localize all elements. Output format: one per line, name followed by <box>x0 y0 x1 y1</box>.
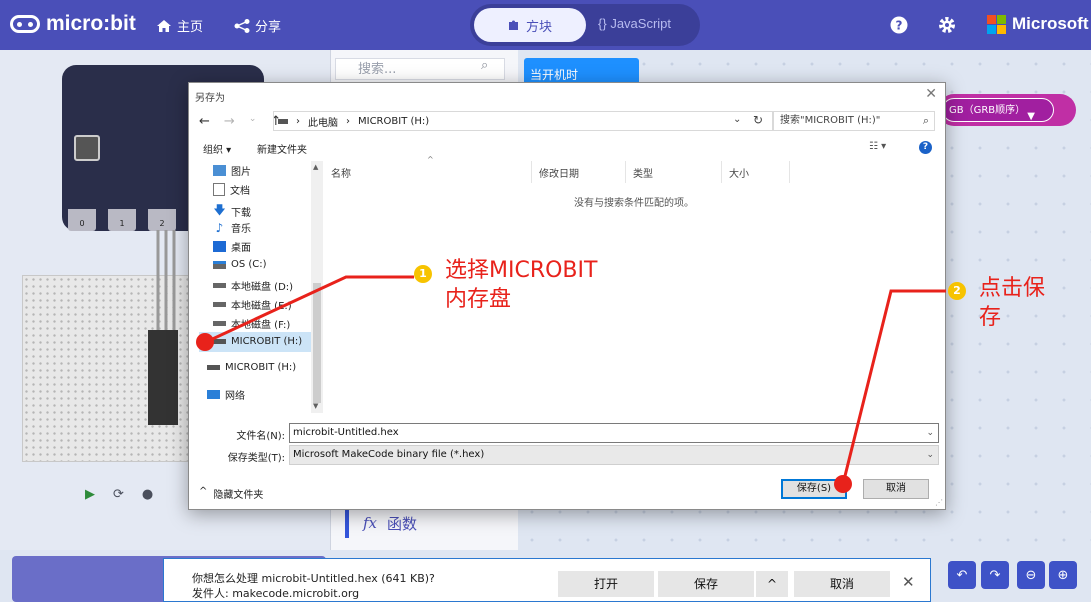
chevron-up-icon: ^ <box>766 577 778 591</box>
annotation-marker-1 <box>196 333 214 351</box>
download-save-button[interactable]: 保存 <box>658 571 754 597</box>
step-2-text: 点击保 存 <box>979 274 1045 332</box>
step-1-line-1: 选择MICROBIT <box>445 258 598 283</box>
step-1-text: 选择MICROBIT 内存盘 <box>445 256 597 314</box>
step-2-line-1: 点击保 <box>979 276 1046 301</box>
step-1-line-2: 内存盘 <box>445 287 512 312</box>
download-open-button[interactable]: 打开 <box>558 571 654 597</box>
annotation-marker-2 <box>834 475 852 493</box>
download-cancel-button[interactable]: 取消 <box>794 571 890 597</box>
step-1-badge: 1 <box>414 265 432 283</box>
download-notification-bar: 你想怎么处理 microbit-Untitled.hex (641 KB)? 发… <box>163 558 931 602</box>
download-question: 你想怎么处理 microbit-Untitled.hex (641 KB)? <box>192 572 435 585</box>
step-2-line-2: 存 <box>979 305 1002 330</box>
close-icon[interactable]: ✕ <box>902 573 915 591</box>
step-2-badge: 2 <box>948 282 966 300</box>
download-publisher: 发件人: makecode.microbit.org <box>192 587 360 600</box>
download-save-options[interactable]: ^ <box>756 571 788 597</box>
